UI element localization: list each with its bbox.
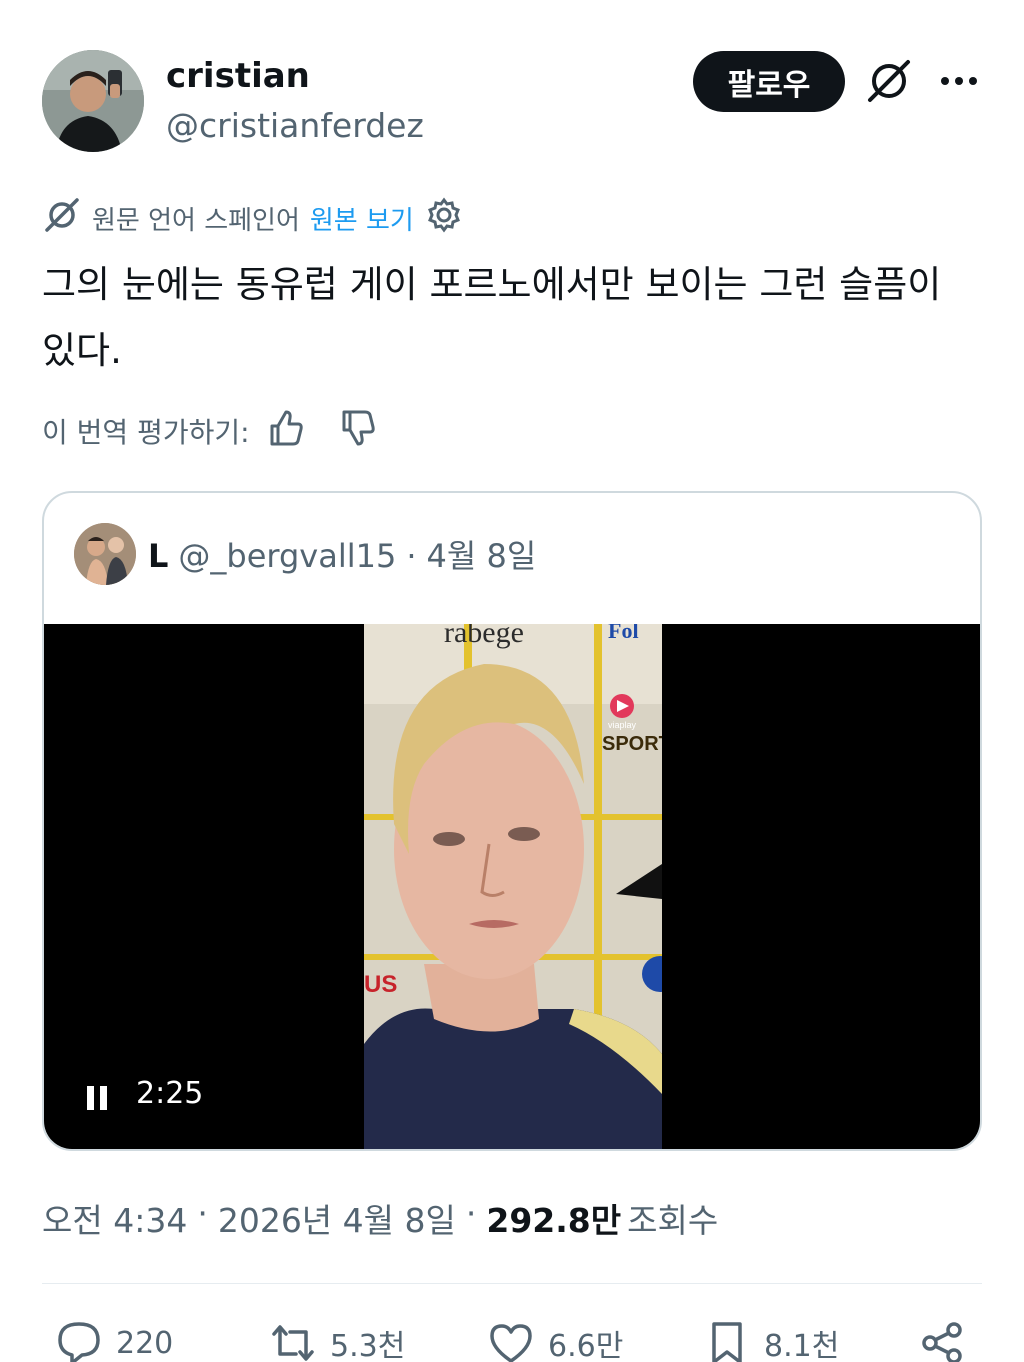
tweet-text: 그의 눈에는 동유럽 게이 포르노에서만 보이는 그런 슬픔이 있다.: [42, 263, 942, 372]
pause-icon[interactable]: [84, 1082, 112, 1114]
settings-icon[interactable]: [424, 195, 464, 242]
repost-icon: [272, 1325, 314, 1361]
share-icon: [922, 1322, 962, 1362]
backdrop-text: viaplay: [608, 720, 637, 730]
meta-separator: ·: [197, 1194, 208, 1233]
repost-button[interactable]: 5.3천: [268, 1318, 405, 1362]
more-icon[interactable]: [936, 62, 982, 100]
share-button[interactable]: [918, 1318, 968, 1362]
grok-icon[interactable]: [864, 56, 914, 106]
repost-count: 5.3천: [330, 1329, 406, 1362]
backdrop-text: Fol: [608, 624, 639, 643]
reply-icon: [58, 1322, 100, 1362]
reply-button[interactable]: 220: [54, 1318, 173, 1362]
backdrop-text: US: [364, 971, 397, 998]
like-count: 6.6만: [548, 1329, 624, 1362]
reply-count: 220: [116, 1325, 174, 1361]
author-handle[interactable]: @cristianferdez: [166, 106, 424, 145]
bookmark-icon: [712, 1322, 742, 1362]
quoted-author-avatar[interactable]: [74, 523, 136, 585]
translation-notice: 원문 언어 스페인어: [92, 205, 300, 236]
quoted-author-name[interactable]: L: [148, 537, 168, 575]
thumbs-down-icon[interactable]: [336, 406, 380, 457]
rate-translation-label: 이 번역 평가하기:: [42, 416, 250, 449]
tweet-date[interactable]: 2026년 4월 8일: [218, 1194, 456, 1242]
quoted-author-handle[interactable]: @_bergvall15: [178, 537, 396, 575]
video-frame: rabege Fol viaplay SPORT US: [364, 624, 662, 1149]
author-display-name[interactable]: cristian: [166, 56, 310, 96]
like-button[interactable]: 6.6만: [486, 1318, 623, 1362]
like-icon: [490, 1324, 532, 1362]
tweet-time[interactable]: 오전 4:34: [42, 1194, 187, 1242]
quoted-date[interactable]: 4월 8일: [427, 531, 537, 577]
translation-notice-row: 원문 언어 스페인어 원본 보기: [42, 196, 464, 240]
meta-separator: ·: [465, 1194, 477, 1233]
divider: [42, 1283, 982, 1284]
video-time: 2:25: [136, 1076, 204, 1111]
bookmark-count: 8.1천: [764, 1329, 840, 1362]
bookmark-button[interactable]: 8.1천: [702, 1318, 839, 1362]
quoted-tweet-card[interactable]: L @_bergvall15 · 4월 8일 rabege Fol viapla…: [42, 491, 982, 1151]
video-player[interactable]: rabege Fol viaplay SPORT US: [44, 624, 980, 1149]
quoted-separator: ·: [406, 537, 417, 575]
tweet-meta: 오전 4:34 · 2026년 4월 8일 · 292.8만 조회수: [42, 1194, 718, 1242]
thumbs-up-icon[interactable]: [264, 406, 308, 457]
rate-translation-row: 이 번역 평가하기:: [42, 406, 380, 456]
view-original-link[interactable]: 원본 보기: [310, 200, 414, 237]
backdrop-text: rabege: [444, 624, 524, 649]
author-avatar[interactable]: [42, 50, 144, 152]
backdrop-text: SPORT: [602, 733, 662, 755]
views-label: 조회수: [627, 1201, 719, 1240]
follow-button[interactable]: 팔로우: [693, 51, 845, 112]
translate-icon: [42, 195, 82, 242]
quoted-author-line: L @_bergvall15 · 4월 8일: [148, 531, 536, 577]
views-count: 292.8만: [486, 1201, 622, 1240]
